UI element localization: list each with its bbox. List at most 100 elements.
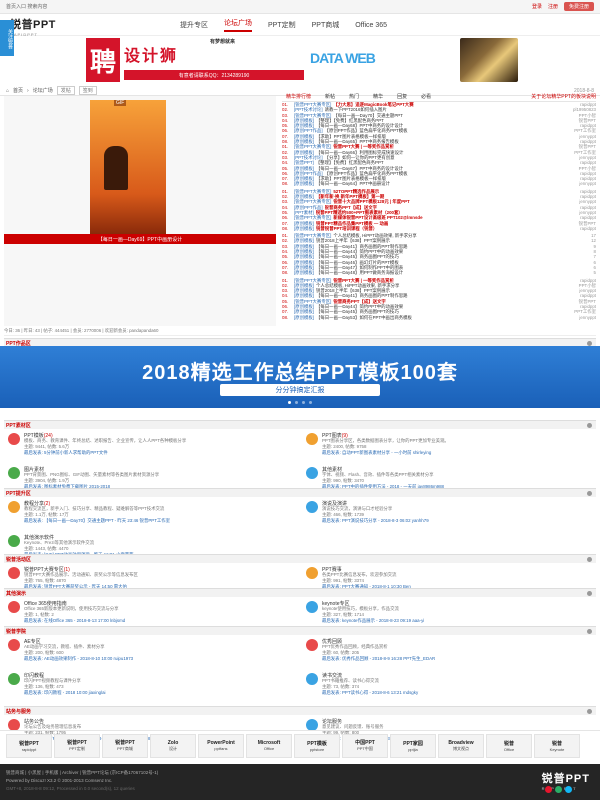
ranking-title[interactable]: 【每日一画—Day48】用PPT做商务海报设计 xyxy=(316,270,554,275)
forum-card[interactable]: 演说及演讲 演说技巧交流，演讲与口才经验分享 主题: 466, 帖数: 1739 最后… xyxy=(302,498,592,532)
partner-logo[interactable]: 锐普PPT PPT商城 xyxy=(102,733,148,758)
nav-item[interactable]: Office 365 xyxy=(355,22,387,29)
section-header[interactable]: 锐普学院 xyxy=(4,626,596,635)
ranking-title[interactable]: 锐普锐普PPT培训课程（锐普） xyxy=(316,226,554,231)
nav-item[interactable]: 提升专区 xyxy=(180,20,208,30)
login-link[interactable]: 登录 xyxy=(532,3,542,10)
home-icon[interactable]: ⌂ xyxy=(6,88,9,94)
ranking-tab[interactable]: 热门 xyxy=(349,93,359,100)
ranking-title[interactable]: 【每日一画—Day53】如何在PPT中画出商务模板 xyxy=(316,315,554,320)
ranking-board-tag[interactable]: [原创模板] xyxy=(294,315,314,320)
collapse-icon[interactable] xyxy=(587,557,592,562)
partner-logo[interactable]: 锐普 Office xyxy=(486,733,532,758)
forum-last-post[interactable]: 最后发表: PPT演说技巧分享 - 2018-8-3 06:02 yanhh79 xyxy=(322,518,587,524)
forum-card[interactable]: PPT模板(24) 模板、商务、教育课件、年终总结、述职报告、企业宣传，让人人PP… xyxy=(4,430,294,464)
featured-slideshow[interactable]: GIF 【每日一画—Day69】PPT中画册设计 xyxy=(4,96,276,326)
forum-icon[interactable] xyxy=(8,601,20,613)
forum-icon[interactable] xyxy=(8,673,20,685)
partner-logo[interactable]: 锐普PPT PPT定制 xyxy=(54,733,100,758)
partner-logo[interactable]: PPT家园 pptjia xyxy=(390,733,436,758)
forum-icon[interactable] xyxy=(306,501,318,513)
collapse-icon[interactable] xyxy=(587,629,592,634)
forum-icon[interactable] xyxy=(306,567,318,579)
ranking-board-tag[interactable]: [原创模板] xyxy=(294,181,314,186)
ranking-row[interactable]: 08. [原创模板] 【每日一画—Day53】如何在PPT中画出商务模板 jennyp… xyxy=(282,315,596,320)
breadcrumb-home[interactable]: 首页 xyxy=(13,87,23,94)
partner-logo[interactable]: PowerPoint pptfans xyxy=(198,733,244,758)
forum-card[interactable]: 教程分享(2) 教程交流区，新手入门、技巧分享、精品教程、疑难解答等PPT技术交流… xyxy=(4,498,294,532)
collapse-icon[interactable] xyxy=(587,591,592,596)
partner-logo[interactable]: Zolo 设计 xyxy=(150,733,196,758)
top-bar-left[interactable]: 首页入口 搜索内容 xyxy=(6,3,47,10)
register-link[interactable]: 注册 xyxy=(548,3,558,10)
forum-last-post[interactable]: 最后发表: keynote作品展示 - 2018-8-23 09:19 aaa-… xyxy=(322,618,587,624)
nav-item[interactable]: PPT商城 xyxy=(312,20,340,30)
forum-icon[interactable] xyxy=(8,501,20,513)
section-header[interactable]: PPT提升区 xyxy=(4,488,596,497)
breadcrumb-board[interactable]: 论坛广场 xyxy=(33,87,53,94)
board-notice-link[interactable]: 关于论坛精华PPT的板块说明 xyxy=(531,93,596,100)
forum-last-post[interactable]: 最后发表: 5分钟前小新人求帮助的PPT文件 xyxy=(24,450,289,456)
section-header[interactable]: 锐普活动区 xyxy=(4,554,596,563)
ranking-tab[interactable]: 精华 xyxy=(373,93,383,100)
forum-card[interactable]: AE专区 AE动画学习交流，教程、插件、素材分享 主题: 200, 帖数: 600 最… xyxy=(4,636,294,670)
site-logo[interactable]: 锐普PPT RAPIDPPT xyxy=(10,16,56,37)
section-header[interactable]: 其他演示 xyxy=(4,588,596,597)
partner-logo[interactable]: Broadview 博文视点 xyxy=(438,733,484,758)
ranking-tab[interactable]: 新帖 xyxy=(325,93,335,100)
ranking-row[interactable]: 08. [原创模板] 【每日一画—Day64】PPT中画册设计 jennyppt xyxy=(282,181,596,186)
forum-icon[interactable] xyxy=(8,535,20,547)
partner-logo[interactable]: 锐普 Keynote xyxy=(534,733,580,758)
post-button[interactable]: 发帖 xyxy=(56,86,75,95)
recruit-banner[interactable]: 聘 有梦想就来 设计狮 有意者请联系QQ：2134289190 DATA WEB xyxy=(80,36,520,84)
ranking-tab[interactable]: 回复 xyxy=(397,93,407,100)
nav-item[interactable]: 论坛广场 xyxy=(224,18,252,32)
wechat-icon[interactable] xyxy=(555,786,562,793)
forum-icon[interactable] xyxy=(306,673,318,685)
slide-image[interactable] xyxy=(90,100,166,234)
forum-last-post[interactable]: 最后发表: 印闪教程 - 2018 10:00 jiaxinglai xyxy=(24,690,289,696)
forum-last-post[interactable]: 最后发表: AE动画效果制作 - 2018-8-10 10:00 ruipu19… xyxy=(24,656,289,662)
forum-last-post[interactable]: 最后发表: 优秀作品回顾 - 2018-8-9 16:28 PPT先生_EDAR xyxy=(322,656,587,662)
forum-icon[interactable] xyxy=(8,639,20,651)
weibo-icon[interactable] xyxy=(545,786,552,793)
forum-icon[interactable] xyxy=(8,433,20,445)
qq-icon[interactable] xyxy=(565,786,572,793)
partner-logo[interactable]: PPT模板 pptstore xyxy=(294,733,340,758)
forum-icon[interactable] xyxy=(306,639,318,651)
collapse-icon[interactable] xyxy=(587,423,592,428)
forum-icon[interactable] xyxy=(8,567,20,579)
footer-links[interactable]: 锐普商城 | 小黑屋 | 手机版 | Archiver | 锐普PPT论坛 (京… xyxy=(6,770,158,776)
forum-card[interactable]: 印闪教程 印闪PPT视频教程与课件分享 主题: 136, 帖数: 473 最后发表: … xyxy=(4,670,294,704)
carousel-dots[interactable] xyxy=(0,400,600,404)
ranking-row[interactable]: 08. [原创模板] 锐普锐普PPT培训课程（锐普） rapidppt xyxy=(282,226,596,231)
forum-icon[interactable] xyxy=(306,467,318,479)
register-button[interactable]: 免费注册 xyxy=(563,2,594,11)
collapse-icon[interactable] xyxy=(587,491,592,496)
section-header[interactable]: PPT素材区 xyxy=(4,420,596,429)
collapse-icon[interactable] xyxy=(587,709,592,714)
follow-sidetab[interactable]: 关注锐普 xyxy=(0,20,14,56)
ranking-tab[interactable]: 必看 xyxy=(421,93,431,100)
promo-banner[interactable]: 2018精选工作总结PPT模板100套 分分钟搞定汇报 xyxy=(0,346,600,408)
partner-logo[interactable]: 中国PPT PPT中国 xyxy=(342,733,388,758)
ranking-tab[interactable]: 精华排行榜 xyxy=(286,93,311,100)
forum-last-post[interactable]: 最后发表: 自动PPT新图表素材分享 - 一小时前 shirleying xyxy=(322,450,587,456)
forum-card[interactable]: 优秀回顾 PPT优秀作品回顾，经典作品赏析 主题: 60, 帖数: 205 最后发表:… xyxy=(302,636,592,670)
ranking-row[interactable]: 08. [原创模板] 【每日一画—Day48】用PPT做商务海报设计 5 xyxy=(282,270,596,275)
forum-last-post[interactable]: 最后发表: 【每日一画—Day70】交通主题PPT - 昨天 23:46 锐普P… xyxy=(24,518,289,524)
forum-card[interactable]: 读书交流 PPT书籍推荐、读书心得交流 主题: 73, 帖数: 374 最后发表: P… xyxy=(302,670,592,704)
ranking-board-tag[interactable]: [原创模板] xyxy=(294,226,314,231)
forum-last-post[interactable]: 最后发表: 在线Office 365 - 2018-8-13 17:00 lnb… xyxy=(24,618,289,624)
forum-last-post[interactable]: 最后发表: PPT读书心得 - 2018-8-6 13:21 mdsgky xyxy=(322,690,587,696)
partner-logo[interactable]: 锐普PPT rapidppt xyxy=(6,733,52,758)
forum-card[interactable]: PPT图表(9) PPT图表分享区，各类数据图表分享，让你的PPT更加专业美观。主… xyxy=(302,430,592,464)
forum-icon[interactable] xyxy=(306,433,318,445)
checkin-button[interactable]: 签到 xyxy=(78,86,97,95)
nav-item[interactable]: PPT定制 xyxy=(268,20,296,30)
forum-icon[interactable] xyxy=(306,601,318,613)
section-header[interactable]: 站务与服务 xyxy=(4,706,596,715)
ranking-board-tag[interactable]: [原创模板] xyxy=(294,270,314,275)
partner-logo[interactable]: Microsoft Office xyxy=(246,733,292,758)
ranking-title[interactable]: 【每日一画—Day64】PPT中画册设计 xyxy=(316,181,554,186)
